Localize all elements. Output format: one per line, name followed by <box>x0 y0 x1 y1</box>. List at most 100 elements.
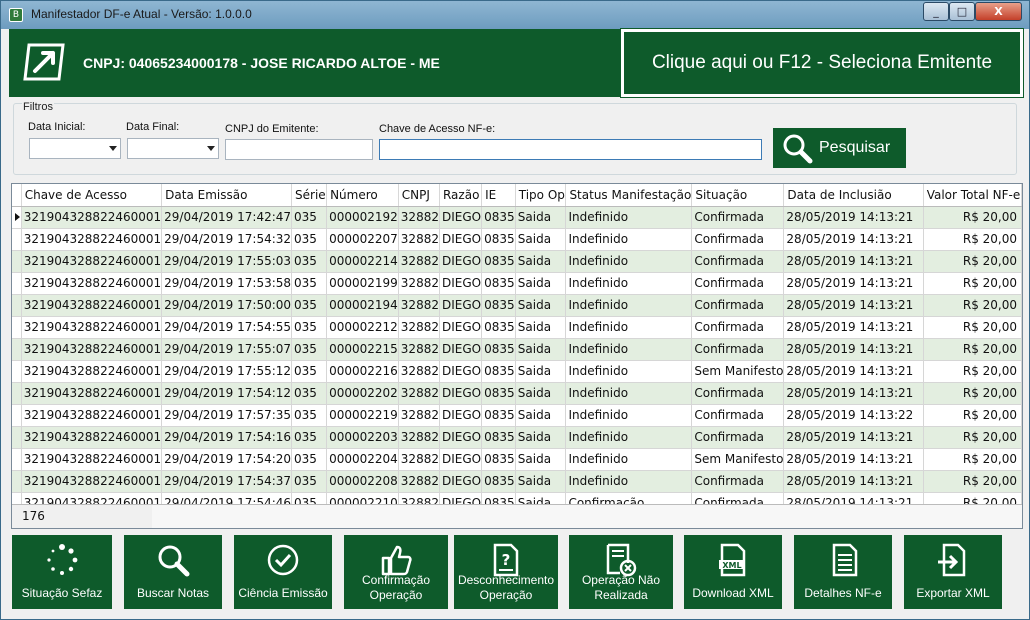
row-header[interactable] <box>12 294 22 317</box>
table-cell: 29/04/2019 17:53:58 <box>161 272 293 295</box>
row-header[interactable] <box>12 316 22 339</box>
column-header[interactable]: CNPJ <box>398 184 440 207</box>
row-header[interactable] <box>12 382 22 405</box>
table-row[interactable]: 321904328822460001 29/04/2019 17:54:55 035… <box>12 316 1022 339</box>
row-header[interactable] <box>12 338 22 361</box>
table-cell: 000002219 <box>326 404 399 427</box>
select-emitente-button[interactable]: Clique aqui ou F12 - Seleciona Emitente <box>620 28 1024 98</box>
table-cell: 000002204 <box>326 448 399 471</box>
table-cell: 321904328822460001 <box>21 470 163 493</box>
buscar-button[interactable]: Buscar Notas <box>124 535 222 609</box>
table-cell: 29/04/2019 17:54:37 <box>161 470 293 493</box>
column-header[interactable]: Chave de Acesso <box>21 184 163 207</box>
data-final-label: Data Final: <box>126 121 180 133</box>
column-header[interactable]: Data de Inclusião <box>783 184 924 207</box>
table-cell: 0835 <box>481 338 516 361</box>
table-row[interactable]: 321904328822460001 29/04/2019 17:54:37 035… <box>12 470 1022 493</box>
table-row[interactable]: 321904328822460001 29/04/2019 17:54:20 035… <box>12 448 1022 471</box>
table-cell: 0835 <box>481 404 516 427</box>
table-cell: 0835 <box>481 206 516 229</box>
row-pointer-icon[interactable] <box>12 206 22 229</box>
table-cell: DIEGO <box>439 404 483 427</box>
close-button[interactable]: X <box>975 2 1022 21</box>
spinner-icon <box>45 543 79 577</box>
table-cell: 28/05/2019 14:13:21 <box>783 360 924 383</box>
check-circle-icon <box>266 543 300 577</box>
table-cell: 000002208 <box>326 470 399 493</box>
table-cell: R$ 20,00 <box>923 382 1022 405</box>
table-row[interactable]: 321904328822460001 29/04/2019 17:55:07 035… <box>12 338 1022 361</box>
table-cell: Confirmada <box>691 426 785 449</box>
ciencia-button[interactable]: Ciência Emissão <box>234 535 332 609</box>
desconhecimento-button[interactable]: ? Desconhecimento Operação <box>454 535 558 609</box>
row-header[interactable] <box>12 360 22 383</box>
table-row[interactable]: 321904328822460001 29/04/2019 17:54:32 035… <box>12 228 1022 251</box>
table-cell: 0835 <box>481 272 516 295</box>
table-cell: Indefinido <box>565 250 693 273</box>
column-header[interactable]: Tipo Op <box>515 184 567 207</box>
column-header[interactable]: Valor Total NF-e <box>923 184 1022 207</box>
table-cell: Saida <box>515 448 567 471</box>
row-header[interactable] <box>12 426 22 449</box>
table-cell: 28/05/2019 14:13:21 <box>783 250 924 273</box>
table-cell: 28/05/2019 14:13:21 <box>783 228 924 251</box>
exportar-button[interactable]: Exportar XML <box>904 535 1002 609</box>
row-header[interactable] <box>12 250 22 273</box>
table-row[interactable]: 321904328822460001 29/04/2019 17:42:47 035… <box>12 206 1022 229</box>
column-header[interactable]: IE <box>481 184 516 207</box>
table-cell: Confirmada <box>691 338 785 361</box>
table-row[interactable]: 321904328822460001 29/04/2019 17:57:35 035… <box>12 404 1022 427</box>
table-cell: Saida <box>515 228 567 251</box>
column-header[interactable]: Status Manifestação <box>565 184 693 207</box>
table-cell: 000002216 <box>326 360 399 383</box>
column-header[interactable]: Data Emissão <box>161 184 293 207</box>
minimize-button[interactable]: _ <box>923 2 949 21</box>
situacao-button[interactable]: Situação Sefaz <box>12 535 112 609</box>
chave-acesso-input[interactable] <box>379 139 762 160</box>
data-final-picker[interactable] <box>127 138 219 159</box>
table-cell: Indefinido <box>565 206 693 229</box>
table-cell: Confirmada <box>691 250 785 273</box>
table-row[interactable]: 321904328822460001 29/04/2019 17:54:12 035… <box>12 382 1022 405</box>
table-cell: Confirmada <box>691 228 785 251</box>
app-window: B Manifestador DF-e Atual - Versão: 1.0.… <box>0 0 1030 620</box>
row-header[interactable] <box>12 228 22 251</box>
column-header[interactable]: Situação <box>691 184 785 207</box>
table-cell: 035 <box>291 470 328 493</box>
table-row[interactable]: 321904328822460001 29/04/2019 17:54:16 035… <box>12 426 1022 449</box>
row-header[interactable] <box>12 470 22 493</box>
notas-grid[interactable]: Chave de Acesso Data Emissão Série Número CN… <box>11 183 1023 529</box>
row-header[interactable] <box>12 272 22 295</box>
table-cell: 321904328822460001 <box>21 404 163 427</box>
table-row[interactable]: 321904328822460001 29/04/2019 17:50:00 035… <box>12 294 1022 317</box>
column-header[interactable]: Série <box>291 184 328 207</box>
column-header[interactable]: Número <box>326 184 399 207</box>
detalhes-button[interactable]: Detalhes NF-e <box>794 535 892 609</box>
title-bar[interactable]: B Manifestador DF-e Atual - Versão: 1.0.… <box>1 1 1029 29</box>
download-button[interactable]: XML Download XML <box>684 535 782 609</box>
maximize-button[interactable]: □ <box>949 2 975 21</box>
table-cell: 32882 <box>398 470 440 493</box>
search-button[interactable]: Pesquisar <box>773 128 906 168</box>
row-header[interactable] <box>12 448 22 471</box>
table-cell: 0835 <box>481 294 516 317</box>
table-cell: Indefinido <box>565 294 693 317</box>
table-row[interactable]: 321904328822460001 29/04/2019 17:55:03 035… <box>12 250 1022 273</box>
table-cell: 035 <box>291 360 328 383</box>
row-header[interactable] <box>12 404 22 427</box>
table-cell: R$ 20,00 <box>923 206 1022 229</box>
column-header[interactable]: Razão <box>439 184 483 207</box>
table-cell: Indefinido <box>565 426 693 449</box>
table-row[interactable]: 321904328822460001 29/04/2019 17:55:12 035… <box>12 360 1022 383</box>
data-inicial-picker[interactable] <box>29 138 121 159</box>
table-cell: 000002194 <box>326 294 399 317</box>
confirmacao-button[interactable]: Confirmação Operação <box>344 535 448 609</box>
table-cell: 0835 <box>481 426 516 449</box>
table-row[interactable]: 321904328822460001 29/04/2019 17:53:58 035… <box>12 272 1022 295</box>
table-cell: DIEGO <box>439 382 483 405</box>
search-icon <box>781 132 813 169</box>
chave-acesso-label: Chave de Acesso NF-e: <box>379 123 496 135</box>
nao_realizada-button[interactable]: Operação Não Realizada <box>569 535 673 609</box>
table-cell: 28/05/2019 14:13:21 <box>783 338 924 361</box>
cnpj-emitente-input[interactable] <box>225 139 373 160</box>
